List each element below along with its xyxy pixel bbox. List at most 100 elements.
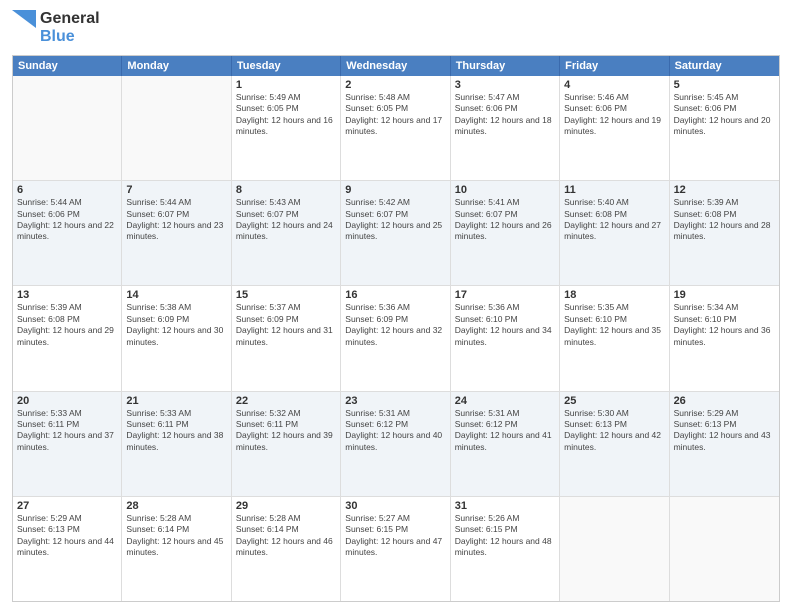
day-number: 25	[564, 395, 664, 407]
day-number: 6	[17, 184, 117, 196]
day-cell: 3Sunrise: 5:47 AM Sunset: 6:06 PM Daylig…	[451, 76, 560, 180]
day-cell: 31Sunrise: 5:26 AM Sunset: 6:15 PM Dayli…	[451, 497, 560, 601]
day-info: Sunrise: 5:46 AM Sunset: 6:06 PM Dayligh…	[564, 92, 664, 138]
day-number: 23	[345, 395, 445, 407]
day-info: Sunrise: 5:32 AM Sunset: 6:11 PM Dayligh…	[236, 408, 336, 454]
day-number: 30	[345, 500, 445, 512]
day-number: 2	[345, 79, 445, 91]
day-info: Sunrise: 5:29 AM Sunset: 6:13 PM Dayligh…	[17, 513, 117, 559]
empty-cell	[560, 497, 669, 601]
calendar-body: 1Sunrise: 5:49 AM Sunset: 6:05 PM Daylig…	[13, 76, 779, 601]
calendar-row: 27Sunrise: 5:29 AM Sunset: 6:13 PM Dayli…	[13, 497, 779, 601]
day-cell: 13Sunrise: 5:39 AM Sunset: 6:08 PM Dayli…	[13, 286, 122, 390]
day-cell: 14Sunrise: 5:38 AM Sunset: 6:09 PM Dayli…	[122, 286, 231, 390]
day-cell: 25Sunrise: 5:30 AM Sunset: 6:13 PM Dayli…	[560, 392, 669, 496]
day-info: Sunrise: 5:28 AM Sunset: 6:14 PM Dayligh…	[126, 513, 226, 559]
day-number: 11	[564, 184, 664, 196]
day-cell: 20Sunrise: 5:33 AM Sunset: 6:11 PM Dayli…	[13, 392, 122, 496]
weekday-header: Friday	[560, 56, 669, 76]
day-info: Sunrise: 5:49 AM Sunset: 6:05 PM Dayligh…	[236, 92, 336, 138]
header: GeneralBlue	[12, 10, 780, 47]
day-info: Sunrise: 5:38 AM Sunset: 6:09 PM Dayligh…	[126, 302, 226, 348]
day-number: 13	[17, 289, 117, 301]
day-cell: 17Sunrise: 5:36 AM Sunset: 6:10 PM Dayli…	[451, 286, 560, 390]
day-cell: 6Sunrise: 5:44 AM Sunset: 6:06 PM Daylig…	[13, 181, 122, 285]
day-info: Sunrise: 5:31 AM Sunset: 6:12 PM Dayligh…	[345, 408, 445, 454]
day-number: 3	[455, 79, 555, 91]
day-info: Sunrise: 5:36 AM Sunset: 6:09 PM Dayligh…	[345, 302, 445, 348]
day-info: Sunrise: 5:33 AM Sunset: 6:11 PM Dayligh…	[126, 408, 226, 454]
weekday-header: Monday	[122, 56, 231, 76]
day-cell: 23Sunrise: 5:31 AM Sunset: 6:12 PM Dayli…	[341, 392, 450, 496]
day-cell: 19Sunrise: 5:34 AM Sunset: 6:10 PM Dayli…	[670, 286, 779, 390]
day-info: Sunrise: 5:36 AM Sunset: 6:10 PM Dayligh…	[455, 302, 555, 348]
day-info: Sunrise: 5:28 AM Sunset: 6:14 PM Dayligh…	[236, 513, 336, 559]
day-number: 8	[236, 184, 336, 196]
day-info: Sunrise: 5:44 AM Sunset: 6:07 PM Dayligh…	[126, 197, 226, 243]
day-number: 20	[17, 395, 117, 407]
weekday-header: Sunday	[13, 56, 122, 76]
day-cell: 2Sunrise: 5:48 AM Sunset: 6:05 PM Daylig…	[341, 76, 450, 180]
day-info: Sunrise: 5:48 AM Sunset: 6:05 PM Dayligh…	[345, 92, 445, 138]
logo-general: General	[40, 10, 100, 28]
day-info: Sunrise: 5:27 AM Sunset: 6:15 PM Dayligh…	[345, 513, 445, 559]
day-info: Sunrise: 5:47 AM Sunset: 6:06 PM Dayligh…	[455, 92, 555, 138]
day-cell: 24Sunrise: 5:31 AM Sunset: 6:12 PM Dayli…	[451, 392, 560, 496]
logo: GeneralBlue	[12, 10, 100, 47]
day-number: 9	[345, 184, 445, 196]
day-info: Sunrise: 5:34 AM Sunset: 6:10 PM Dayligh…	[674, 302, 775, 348]
day-number: 31	[455, 500, 555, 512]
day-info: Sunrise: 5:39 AM Sunset: 6:08 PM Dayligh…	[17, 302, 117, 348]
calendar: SundayMondayTuesdayWednesdayThursdayFrid…	[12, 55, 780, 602]
day-cell: 18Sunrise: 5:35 AM Sunset: 6:10 PM Dayli…	[560, 286, 669, 390]
page-container: GeneralBlue SundayMondayTuesdayWednesday…	[0, 0, 792, 612]
logo-svg	[12, 10, 36, 46]
day-number: 12	[674, 184, 775, 196]
day-cell: 1Sunrise: 5:49 AM Sunset: 6:05 PM Daylig…	[232, 76, 341, 180]
day-info: Sunrise: 5:42 AM Sunset: 6:07 PM Dayligh…	[345, 197, 445, 243]
day-cell: 30Sunrise: 5:27 AM Sunset: 6:15 PM Dayli…	[341, 497, 450, 601]
day-cell: 15Sunrise: 5:37 AM Sunset: 6:09 PM Dayli…	[232, 286, 341, 390]
day-number: 1	[236, 79, 336, 91]
day-number: 4	[564, 79, 664, 91]
day-info: Sunrise: 5:26 AM Sunset: 6:15 PM Dayligh…	[455, 513, 555, 559]
day-number: 5	[674, 79, 775, 91]
day-info: Sunrise: 5:33 AM Sunset: 6:11 PM Dayligh…	[17, 408, 117, 454]
day-cell: 8Sunrise: 5:43 AM Sunset: 6:07 PM Daylig…	[232, 181, 341, 285]
day-cell: 11Sunrise: 5:40 AM Sunset: 6:08 PM Dayli…	[560, 181, 669, 285]
day-info: Sunrise: 5:43 AM Sunset: 6:07 PM Dayligh…	[236, 197, 336, 243]
calendar-row: 20Sunrise: 5:33 AM Sunset: 6:11 PM Dayli…	[13, 392, 779, 497]
day-cell: 16Sunrise: 5:36 AM Sunset: 6:09 PM Dayli…	[341, 286, 450, 390]
day-number: 19	[674, 289, 775, 301]
day-info: Sunrise: 5:29 AM Sunset: 6:13 PM Dayligh…	[674, 408, 775, 454]
logo-blue: Blue	[40, 28, 100, 46]
calendar-row: 6Sunrise: 5:44 AM Sunset: 6:06 PM Daylig…	[13, 181, 779, 286]
weekday-header: Tuesday	[232, 56, 341, 76]
day-cell: 26Sunrise: 5:29 AM Sunset: 6:13 PM Dayli…	[670, 392, 779, 496]
day-cell: 12Sunrise: 5:39 AM Sunset: 6:08 PM Dayli…	[670, 181, 779, 285]
day-number: 21	[126, 395, 226, 407]
calendar-header: SundayMondayTuesdayWednesdayThursdayFrid…	[13, 56, 779, 76]
day-number: 24	[455, 395, 555, 407]
day-number: 29	[236, 500, 336, 512]
day-cell: 9Sunrise: 5:42 AM Sunset: 6:07 PM Daylig…	[341, 181, 450, 285]
day-info: Sunrise: 5:30 AM Sunset: 6:13 PM Dayligh…	[564, 408, 664, 454]
weekday-header: Saturday	[670, 56, 779, 76]
day-number: 28	[126, 500, 226, 512]
day-cell: 29Sunrise: 5:28 AM Sunset: 6:14 PM Dayli…	[232, 497, 341, 601]
day-cell: 7Sunrise: 5:44 AM Sunset: 6:07 PM Daylig…	[122, 181, 231, 285]
day-info: Sunrise: 5:35 AM Sunset: 6:10 PM Dayligh…	[564, 302, 664, 348]
day-cell: 10Sunrise: 5:41 AM Sunset: 6:07 PM Dayli…	[451, 181, 560, 285]
empty-cell	[13, 76, 122, 180]
day-cell: 28Sunrise: 5:28 AM Sunset: 6:14 PM Dayli…	[122, 497, 231, 601]
day-number: 18	[564, 289, 664, 301]
day-info: Sunrise: 5:41 AM Sunset: 6:07 PM Dayligh…	[455, 197, 555, 243]
weekday-header: Wednesday	[341, 56, 450, 76]
day-info: Sunrise: 5:37 AM Sunset: 6:09 PM Dayligh…	[236, 302, 336, 348]
day-info: Sunrise: 5:40 AM Sunset: 6:08 PM Dayligh…	[564, 197, 664, 243]
day-number: 26	[674, 395, 775, 407]
day-cell: 22Sunrise: 5:32 AM Sunset: 6:11 PM Dayli…	[232, 392, 341, 496]
day-number: 16	[345, 289, 445, 301]
empty-cell	[122, 76, 231, 180]
day-info: Sunrise: 5:45 AM Sunset: 6:06 PM Dayligh…	[674, 92, 775, 138]
